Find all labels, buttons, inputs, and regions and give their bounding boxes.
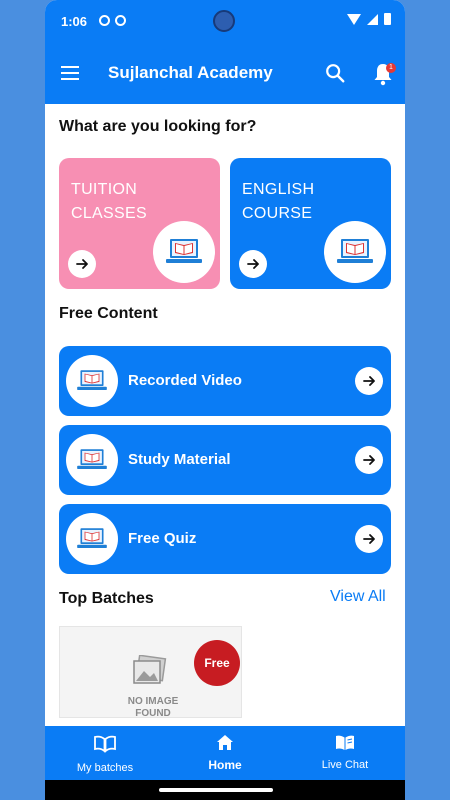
english-card-label: ENGLISH COURSE	[242, 181, 315, 222]
shield-status-icon	[99, 15, 110, 26]
nav-home-label: Home	[208, 758, 242, 772]
nav-my-batches[interactable]: My batches	[45, 726, 165, 780]
sync-status-icon	[115, 15, 126, 26]
arrow-right-icon[interactable]	[355, 446, 383, 474]
status-time: 1:06	[61, 14, 88, 29]
status-bar: 1:06	[45, 0, 405, 44]
english-course-card[interactable]: ENGLISH COURSE	[230, 158, 391, 289]
laptop-book-icon	[66, 434, 118, 486]
image-placeholder-icon	[133, 655, 167, 684]
study-material-label: Study Material	[128, 451, 231, 468]
recorded-video-card[interactable]: Recorded Video	[59, 346, 391, 416]
gesture-bar	[45, 780, 405, 800]
nav-my-batches-label: My batches	[76, 762, 134, 774]
looking-for-heading: What are you looking for?	[59, 118, 257, 135]
laptop-book-icon	[324, 221, 386, 283]
notification-badge: 1	[386, 63, 396, 73]
bottom-navigation: My batches Home Live Chat	[45, 726, 405, 780]
view-all-link[interactable]: View All	[330, 588, 386, 606]
arrow-right-icon[interactable]	[239, 250, 267, 278]
menu-icon[interactable]	[61, 66, 79, 80]
arrow-right-icon[interactable]	[68, 250, 96, 278]
arrow-right-icon[interactable]	[355, 525, 383, 553]
system-icons	[347, 13, 391, 25]
home-gesture-pill[interactable]	[159, 788, 273, 792]
book-open-icon	[94, 735, 116, 753]
laptop-book-icon	[66, 355, 118, 407]
nav-live-chat[interactable]: Live Chat	[285, 726, 405, 780]
nav-live-chat-label: Live Chat	[321, 759, 369, 771]
study-material-card[interactable]: Study Material	[59, 425, 391, 495]
free-quiz-card[interactable]: Free Quiz	[59, 504, 391, 574]
laptop-book-icon	[66, 513, 118, 565]
top-batches-heading: Top Batches	[59, 590, 154, 607]
recorded-video-label: Recorded Video	[128, 372, 242, 389]
wifi-icon	[347, 13, 361, 25]
tuition-card-label: TUITION CLASSES	[71, 181, 147, 222]
home-icon	[217, 735, 233, 750]
signal-icon	[367, 13, 378, 25]
app-bar: Sujlanchal Academy 1	[45, 44, 405, 104]
free-quiz-label: Free Quiz	[128, 530, 197, 547]
free-badge: Free	[194, 640, 240, 686]
arrow-right-icon[interactable]	[355, 367, 383, 395]
free-content-heading: Free Content	[59, 305, 158, 322]
laptop-book-icon	[153, 221, 215, 283]
app-screen: 1:06 Sujlanchal Academy 1 What are you l…	[45, 0, 405, 800]
no-image-found-text: NO IMAGE FOUND	[127, 696, 179, 719]
nav-home[interactable]: Home	[165, 726, 285, 780]
search-icon[interactable]	[324, 62, 346, 84]
battery-icon	[384, 13, 391, 25]
camera-cutout	[213, 10, 235, 32]
app-title: Sujlanchal Academy	[108, 63, 273, 82]
chat-book-icon	[336, 735, 354, 750]
tuition-classes-card[interactable]: TUITION CLASSES	[59, 158, 220, 289]
